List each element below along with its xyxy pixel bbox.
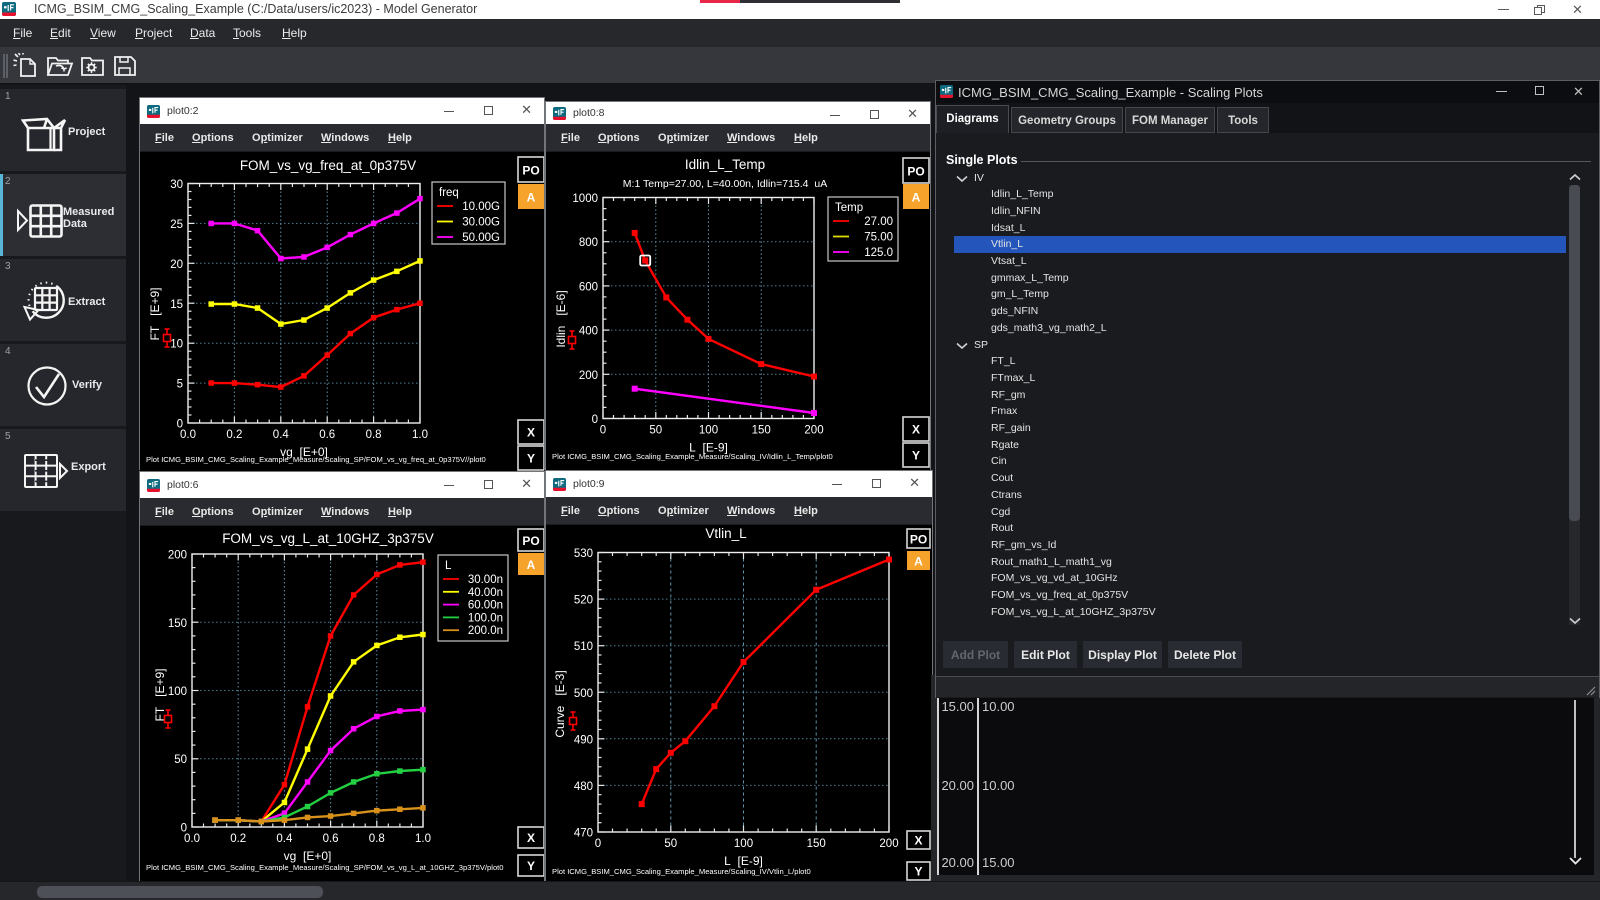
svg-text:0.0: 0.0: [184, 833, 200, 845]
svg-text:A: A: [527, 191, 536, 205]
svg-text:510: 510: [574, 641, 593, 653]
svg-text:30.00G: 30.00G: [462, 217, 500, 229]
svg-text:L [E-9]: L [E-9]: [724, 854, 763, 868]
svg-text:10.00G: 10.00G: [462, 201, 500, 213]
svg-text:27.00: 27.00: [864, 216, 893, 228]
svg-text:0.0: 0.0: [180, 429, 196, 441]
svg-text:150: 150: [752, 425, 771, 437]
svg-text:FOM_vs_vg_L_at_10GHZ_3p375V: FOM_vs_vg_L_at_10GHZ_3p375V: [222, 531, 434, 546]
svg-text:0.2: 0.2: [230, 833, 246, 845]
svg-text:50.00G: 50.00G: [462, 232, 500, 244]
svg-text:Y: Y: [912, 449, 920, 463]
svg-text:25: 25: [170, 219, 183, 231]
svg-text:A: A: [912, 191, 921, 205]
svg-text:0.6: 0.6: [319, 429, 335, 441]
svg-text:0.8: 0.8: [366, 429, 382, 441]
svg-text:1.0: 1.0: [415, 833, 431, 845]
svg-text:FT [E+9]: FT [E+9]: [153, 668, 167, 721]
svg-text:0: 0: [592, 414, 598, 426]
svg-text:100.0n: 100.0n: [468, 612, 503, 624]
svg-text:FOM_vs_vg_freq_at_0p375V: FOM_vs_vg_freq_at_0p375V: [240, 158, 416, 173]
svg-text:PO: PO: [910, 533, 927, 547]
svg-text:520: 520: [574, 595, 593, 607]
svg-text:A: A: [527, 558, 536, 572]
svg-text:0.4: 0.4: [276, 833, 293, 845]
svg-text:50: 50: [664, 838, 677, 850]
svg-text:200: 200: [168, 550, 187, 562]
svg-text:600: 600: [579, 281, 598, 293]
svg-text:30: 30: [170, 179, 183, 191]
svg-text:M:1 Temp=27.00, L=40.00n, Idli: M:1 Temp=27.00, L=40.00n, Idlin=715.4 uA: [623, 178, 827, 190]
svg-text:0: 0: [595, 838, 601, 850]
svg-text:15: 15: [170, 299, 183, 311]
svg-text:150: 150: [807, 838, 826, 850]
svg-text:480: 480: [574, 781, 593, 793]
svg-text:400: 400: [579, 326, 598, 338]
svg-text:50: 50: [174, 754, 187, 766]
svg-text:100: 100: [734, 838, 753, 850]
svg-text:X: X: [912, 423, 920, 437]
svg-text:Y: Y: [527, 452, 535, 466]
svg-text:0: 0: [600, 425, 606, 437]
svg-text:50: 50: [649, 425, 662, 437]
svg-text:0.6: 0.6: [323, 833, 339, 845]
svg-text:5: 5: [177, 379, 183, 391]
svg-text:X: X: [527, 426, 535, 440]
svg-text:530: 530: [574, 548, 593, 560]
svg-text:490: 490: [574, 734, 593, 746]
svg-text:200: 200: [579, 370, 598, 382]
svg-text:Plot ICMG_BSIM_CMG_Scaling_Exa: Plot ICMG_BSIM_CMG_Scaling_Example_Measu…: [146, 455, 486, 464]
svg-text:100: 100: [168, 686, 187, 698]
svg-text:Plot ICMG_BSIM_CMG_Scaling_Exa: Plot ICMG_BSIM_CMG_Scaling_Example_Measu…: [552, 867, 811, 876]
svg-text:10: 10: [170, 339, 183, 351]
svg-text:0: 0: [181, 823, 187, 835]
svg-text:800: 800: [579, 237, 598, 249]
svg-text:Vtlin_L: Vtlin_L: [705, 526, 747, 541]
svg-text:Plot ICMG_BSIM_CMG_Scaling_Exa: Plot ICMG_BSIM_CMG_Scaling_Example_Measu…: [146, 863, 504, 872]
svg-text:L: L: [445, 560, 452, 572]
svg-text:200: 200: [879, 838, 898, 850]
svg-text:Temp: Temp: [835, 202, 863, 214]
svg-text:Idlin_L_Temp: Idlin_L_Temp: [685, 157, 765, 172]
svg-text:470: 470: [574, 828, 593, 840]
svg-text:500: 500: [574, 688, 593, 700]
svg-text:X: X: [914, 834, 922, 848]
svg-text:Y: Y: [527, 859, 535, 873]
svg-text:Y: Y: [914, 865, 922, 879]
svg-text:freq: freq: [439, 187, 459, 199]
svg-text:0.8: 0.8: [369, 833, 385, 845]
svg-text:FT [E+9]: FT [E+9]: [148, 287, 162, 340]
svg-text:0.4: 0.4: [273, 429, 290, 441]
svg-text:0: 0: [177, 419, 183, 431]
svg-text:Plot ICMG_BSIM_CMG_Scaling_Exa: Plot ICMG_BSIM_CMG_Scaling_Example_Measu…: [552, 452, 833, 461]
svg-text:125.0: 125.0: [864, 247, 893, 259]
svg-text:1.0: 1.0: [412, 429, 428, 441]
svg-text:60.00n: 60.00n: [468, 600, 503, 612]
svg-text:Idlin [E-6]: Idlin [E-6]: [554, 290, 568, 347]
svg-text:PO: PO: [907, 165, 924, 179]
svg-text:PO: PO: [522, 164, 539, 178]
svg-text:1000: 1000: [572, 193, 598, 205]
svg-text:200.0n: 200.0n: [468, 625, 503, 637]
svg-text:X: X: [527, 831, 535, 845]
svg-text:Curve [E-3]: Curve [E-3]: [553, 670, 567, 737]
svg-text:150: 150: [168, 618, 187, 630]
svg-text:40.00n: 40.00n: [468, 587, 503, 599]
svg-text:75.00: 75.00: [864, 232, 893, 244]
svg-text:100: 100: [699, 425, 718, 437]
svg-text:20: 20: [170, 259, 183, 271]
svg-text:0.2: 0.2: [226, 429, 242, 441]
svg-text:200: 200: [804, 425, 823, 437]
svg-text:A: A: [914, 555, 923, 569]
svg-text:30.00n: 30.00n: [468, 574, 503, 586]
svg-text:vg [E+0]: vg [E+0]: [284, 849, 332, 863]
svg-text:PO: PO: [522, 534, 539, 548]
